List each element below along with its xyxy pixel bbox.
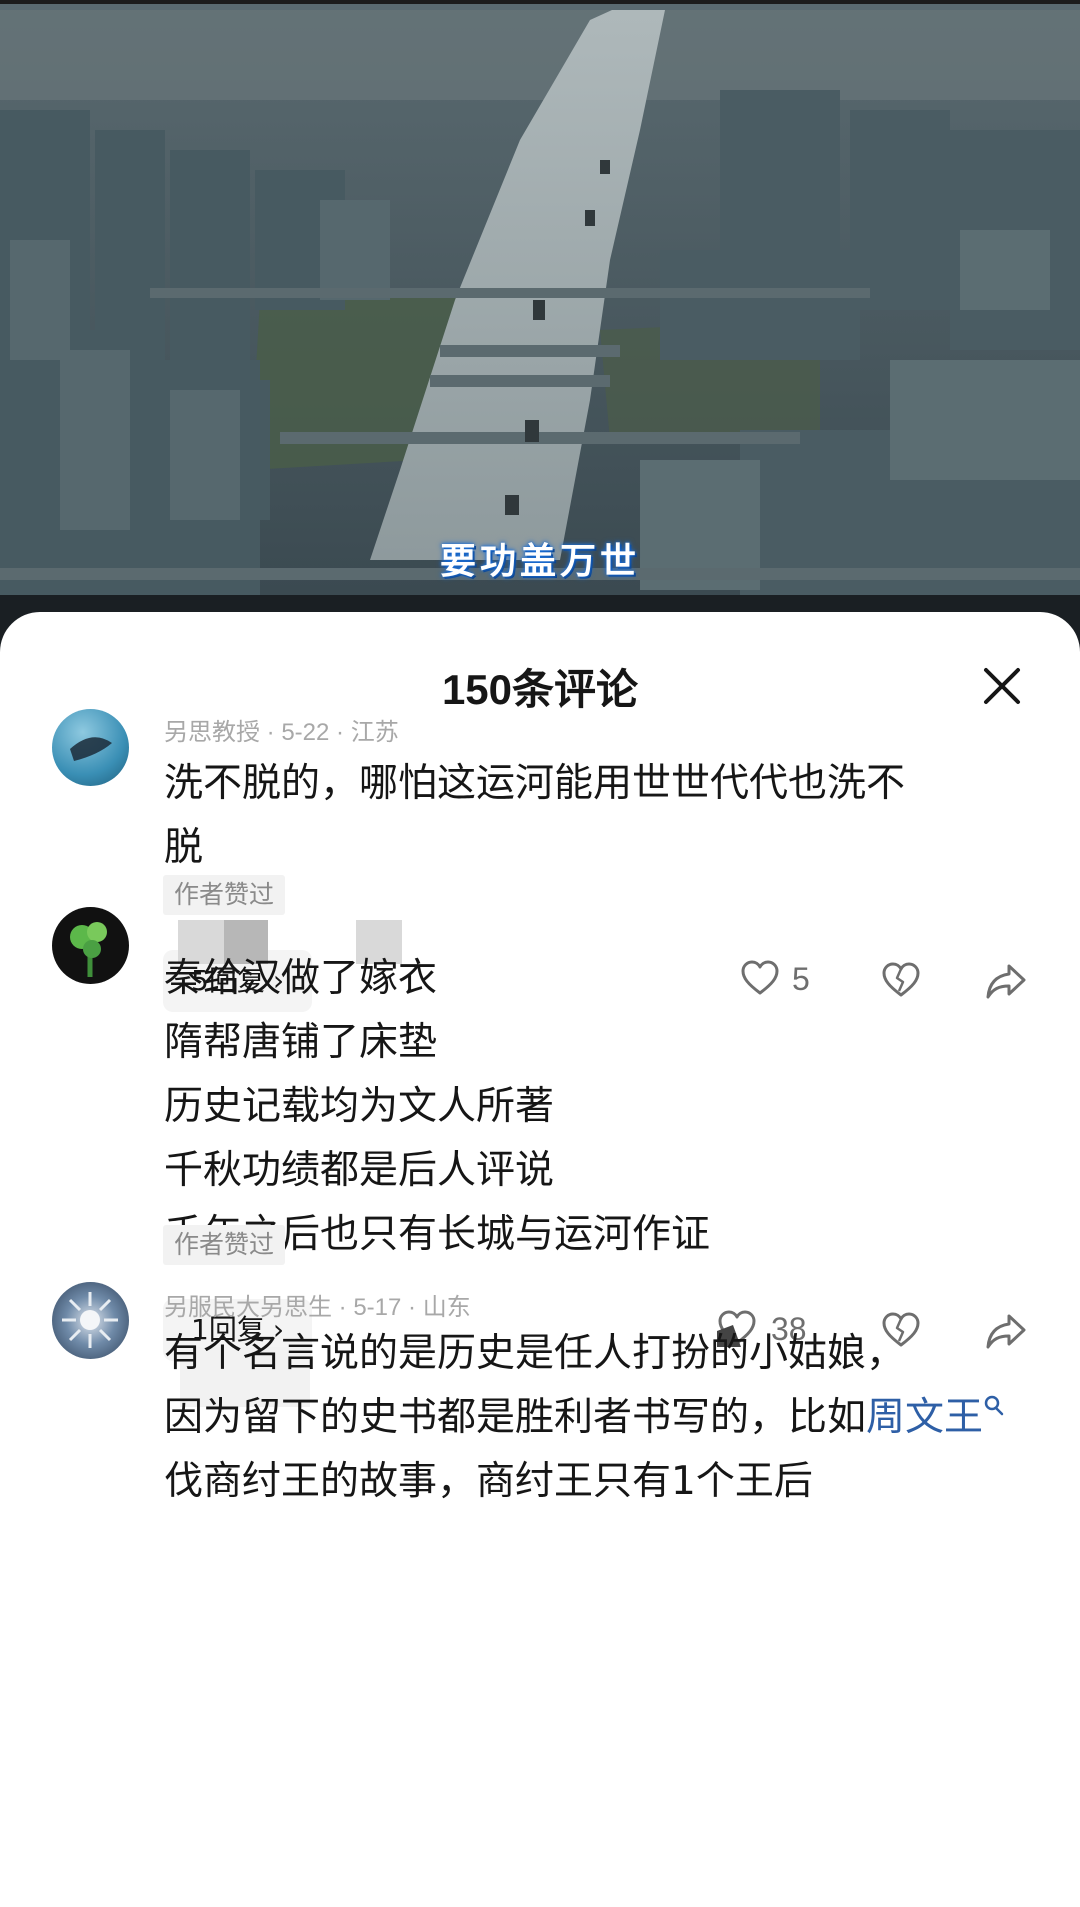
search-link[interactable]: 周文王 xyxy=(866,1395,1005,1440)
comment-text: 洗不脱的，哪怕这运河能用世世代代也洗不 脱 xyxy=(164,761,906,870)
comment-count-title: 150条评论 xyxy=(441,666,639,713)
video-player[interactable]: 要功盖万世 xyxy=(0,0,1080,610)
video-subtitle: 要功盖万世 xyxy=(439,540,640,582)
comment-username[interactable]: 另思教授 · 5-22 · 江苏 xyxy=(164,712,399,747)
comment-sheet: 150条评论 另思教授 · 5-22 · 江苏 洗不脱的，哪怕这运河能用世世代代… xyxy=(0,612,1080,1907)
comment-text-part: 有个名言说的是历史是任人打扮的小姑娘， 因为留下的史书都是胜利者书写的，比如 xyxy=(164,1331,906,1440)
search-icon xyxy=(984,1395,1004,1416)
avatar[interactable] xyxy=(52,709,129,786)
comment-username[interactable]: 另服民大另思生 · 5-17 · 山东 xyxy=(164,1287,471,1322)
avatar-image xyxy=(70,737,112,761)
avatar-image xyxy=(62,1292,118,1348)
close-button[interactable] xyxy=(980,664,1024,708)
comment-text: 有个名言说的是历史是任人打扮的小姑娘， 因为留下的史书都是胜利者书写的，比如周文… xyxy=(164,1322,1014,1514)
avatar-image xyxy=(70,922,107,977)
avatar[interactable] xyxy=(52,1282,129,1359)
author-liked-badge: 作者赞过 xyxy=(163,875,286,915)
close-icon xyxy=(984,668,1020,704)
avatar[interactable] xyxy=(52,907,129,984)
comment-text: 秦给汉做了嫁衣 隋帮唐铺了床垫 历史记载均为文人所著 千秋功绩都是后人评说 千年… xyxy=(164,956,711,1257)
author-liked-badge: 作者赞过 xyxy=(163,1225,286,1265)
link-text: 周文王 xyxy=(866,1395,984,1440)
video-frame-aerial-canal xyxy=(0,0,1080,610)
comment-text-part: 伐商纣王的故事，商纣王只有1个王后 xyxy=(164,1459,813,1504)
